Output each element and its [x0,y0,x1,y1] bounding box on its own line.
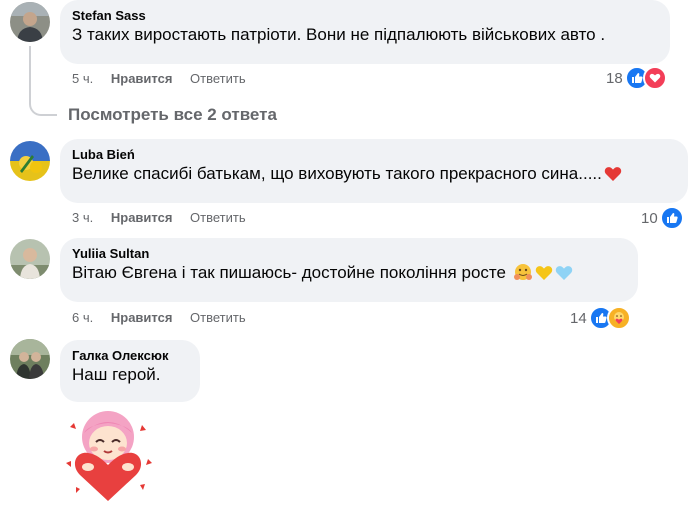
like-button[interactable]: Нравится [111,71,173,87]
love-icon [642,66,667,90]
reaction-count: 14 [570,309,587,327]
reply-button[interactable]: Ответить [190,210,246,226]
thread-connector [29,46,57,116]
comment-time[interactable]: 5 ч. [72,71,93,87]
like-icon [659,206,684,230]
comment-author[interactable]: Stefan Sass [72,7,658,24]
avatar-luba-bien[interactable] [10,141,50,181]
yellow-heart-emoji [535,265,553,287]
comment-actions: 6 ч. Нравится Ответить [72,310,260,326]
comment-bubble: Stefan Sass З таких виростають патріоти.… [60,0,670,64]
comment-bubble: Luba Bień Велике спасибі батькам, що вих… [60,139,688,203]
like-button[interactable]: Нравится [111,210,173,226]
care-icon [606,306,631,330]
comment-author[interactable]: Yuliia Sultan [72,245,626,262]
blue-heart-emoji [555,265,573,287]
comment-bubble: Галка Олексюк Наш герой. [60,340,200,402]
comment-text: Наш герой. [72,365,161,384]
reaction-count: 18 [606,69,623,87]
comment-bubble: Yuliia Sultan Вітаю Євгена і так пишаюсь… [60,238,638,302]
comment-time[interactable]: 3 ч. [72,210,93,226]
comment-actions: 3 ч. Нравится Ответить [72,210,260,226]
reply-button[interactable]: Ответить [190,310,246,326]
girl-holding-heart-sticker[interactable] [58,405,158,503]
avatar-stefan-sass[interactable] [10,2,50,42]
comment-text: Велике спасибі батькам, що виховують так… [72,163,676,188]
comment-text-content: Велике спасибі батькам, що виховують так… [72,164,602,183]
hugging-face-emoji [513,263,533,287]
comment-text-content: Вітаю Євгена і так пишаюсь- достойне пок… [72,263,506,282]
avatar-yuliia-sultan[interactable] [10,239,50,279]
comment-text: З таких виростають патріоти. Вони не під… [72,25,606,44]
like-button[interactable]: Нравится [111,310,173,326]
view-replies-link[interactable]: Посмотреть все 2 ответа [68,105,277,125]
red-heart-emoji [604,166,622,188]
reaction-summary[interactable]: 18 [606,66,667,90]
comment-actions: 5 ч. Нравится Ответить [72,71,260,87]
comment-author[interactable]: Luba Bień [72,146,676,163]
comment-text: Вітаю Євгена і так пишаюсь- достойне пок… [72,262,626,287]
reaction-summary[interactable]: 14 [570,306,631,330]
comment-author[interactable]: Галка Олексюк [72,347,188,364]
comment-time[interactable]: 6 ч. [72,310,93,326]
reply-button[interactable]: Ответить [190,71,246,87]
reaction-count: 10 [641,209,658,227]
avatar-galka-oleksiuk[interactable] [10,339,50,379]
reaction-summary[interactable]: 10 [641,206,684,230]
